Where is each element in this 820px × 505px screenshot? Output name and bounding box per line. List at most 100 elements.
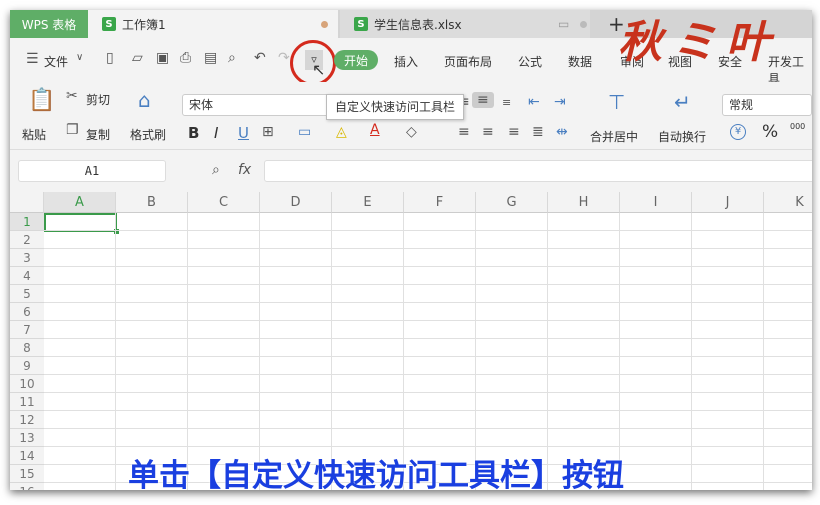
row-header-14[interactable]: 14 [10,447,44,465]
row-header-9[interactable]: 9 [10,357,44,375]
highlight-icon[interactable]: ◬ [336,124,347,140]
tab-student-info[interactable]: S 学生信息表.xlsx ▭ [340,10,590,38]
merge-center-button[interactable]: 合并居中 [590,128,638,145]
menu-insert[interactable]: 插入 [394,53,418,70]
font-name-select[interactable]: 宋体 [182,94,330,116]
align-bottom-icon[interactable]: ≡ [502,96,511,109]
new-file-icon[interactable]: ▯ [106,50,114,66]
menu-page-layout[interactable]: 页面布局 [444,53,492,70]
justify-icon[interactable]: ≣ [532,124,544,140]
redo-icon[interactable]: ↷ [278,50,290,66]
close-dot-icon[interactable] [580,21,587,28]
italic-button[interactable]: I [214,124,218,142]
thousands-button[interactable]: 000 [790,122,805,131]
column-header-d[interactable]: D [260,192,332,213]
fx-button[interactable]: fx [238,162,251,178]
select-all-corner[interactable] [10,192,44,213]
paste-icon[interactable]: 📋 [28,88,55,113]
row-header-5[interactable]: 5 [10,285,44,303]
mouse-cursor-icon: ↖ [312,60,326,79]
print-icon[interactable]: ⎙ [180,50,191,66]
align-middle-icon[interactable]: ≡ [472,92,494,108]
font-color-icon[interactable]: A [370,122,380,138]
row-header-15[interactable]: 15 [10,465,44,483]
paste-button[interactable]: 粘贴 [22,126,46,143]
row-header-10[interactable]: 10 [10,375,44,393]
fill-color-icon[interactable]: ▭ [298,124,311,140]
open-folder-icon[interactable]: ▱ [132,50,143,66]
copy-button[interactable]: 复制 [86,126,110,143]
caption: 单击【自定义快速访问工具栏】按钮 [128,458,624,490]
number-format-select[interactable]: 常规 [722,94,812,116]
row-header-8[interactable]: 8 [10,339,44,357]
print-preview-icon[interactable]: ▤ [204,50,217,66]
formula-input[interactable] [264,160,812,182]
indent-increase-icon[interactable]: ⇥ [554,94,566,110]
percent-button[interactable]: % [762,122,778,142]
bold-button[interactable]: B [188,124,199,142]
column-header-i[interactable]: I [620,192,692,213]
align-left-icon[interactable]: ≡ [458,124,470,140]
grid-line [44,320,812,321]
column-header-f[interactable]: F [404,192,476,213]
grid-line [44,446,812,447]
column-header-e[interactable]: E [332,192,404,213]
row-header-4[interactable]: 4 [10,267,44,285]
row-header-3[interactable]: 3 [10,249,44,267]
distribute-icon[interactable]: ⇹ [556,124,568,140]
grid-line [475,213,476,490]
tab-label: 工作簿1 [122,17,166,32]
eraser-icon[interactable]: ◇ [406,124,417,140]
row-header-7[interactable]: 7 [10,321,44,339]
save-icon[interactable]: ▣ [156,50,169,66]
row-header-12[interactable]: 12 [10,411,44,429]
column-header-k[interactable]: K [764,192,812,213]
undo-icon[interactable]: ↶ [254,50,266,66]
tab-wps-home[interactable]: WPS 表格 [10,10,88,38]
grid-line [44,356,812,357]
row-header-11[interactable]: 11 [10,393,44,411]
row-header-13[interactable]: 13 [10,429,44,447]
column-header-c[interactable]: C [188,192,260,213]
column-header-h[interactable]: H [548,192,620,213]
menu-start[interactable]: 开始 [334,50,378,70]
align-right-icon[interactable]: ≡ [508,124,520,140]
format-painter-button[interactable]: 格式刷 [130,126,166,143]
column-header-g[interactable]: G [476,192,548,213]
merge-center-icon: ⊤ [608,90,626,114]
grid-line [44,338,812,339]
currency-button[interactable]: ¥ [730,124,746,140]
menu-icon[interactable]: ☰ [26,51,39,67]
grid-line [547,213,548,490]
zoom-search-icon[interactable]: ⌕ [212,162,220,178]
row-header-6[interactable]: 6 [10,303,44,321]
column-header-a[interactable]: A [44,192,116,213]
row-header-16[interactable]: 16 [10,483,44,490]
menu-formulas[interactable]: 公式 [518,53,542,70]
borders-icon[interactable]: ⊞ [262,124,274,140]
chevron-down-icon[interactable]: ∨ [76,52,83,63]
column-header-j[interactable]: J [692,192,764,213]
find-icon[interactable]: ⌕ [228,50,236,66]
file-menu[interactable]: 文件 [44,53,68,70]
row-header-2[interactable]: 2 [10,231,44,249]
formula-bar: A1 ⌕ fx [10,150,812,192]
sheet-icon: S [354,17,368,31]
underline-button[interactable]: U [238,124,249,142]
grid-line [691,213,692,490]
grid-line [259,213,260,490]
grid-line [115,213,116,490]
cut-button[interactable]: 剪切 [86,91,110,108]
column-header-b[interactable]: B [116,192,188,213]
tab-workbook1[interactable]: S 工作簿1 [88,10,338,38]
grid-line [44,284,812,285]
spreadsheet-grid[interactable]: 单击【自定义快速访问工具栏】按钮 A B C D E F G H I J K 1 2 3 4 5 6 7 8 9 10 1… [10,192,812,490]
row-header-1[interactable]: 1 [10,213,44,231]
indent-decrease-icon[interactable]: ⇤ [528,94,540,110]
scissors-icon: ✂ [66,88,78,104]
align-center-icon[interactable]: ≡ [482,124,494,140]
wrap-text-button[interactable]: 自动换行 [658,128,706,145]
menu-data[interactable]: 数据 [568,53,592,70]
name-box[interactable]: A1 [18,160,166,182]
grid-line [44,302,812,303]
